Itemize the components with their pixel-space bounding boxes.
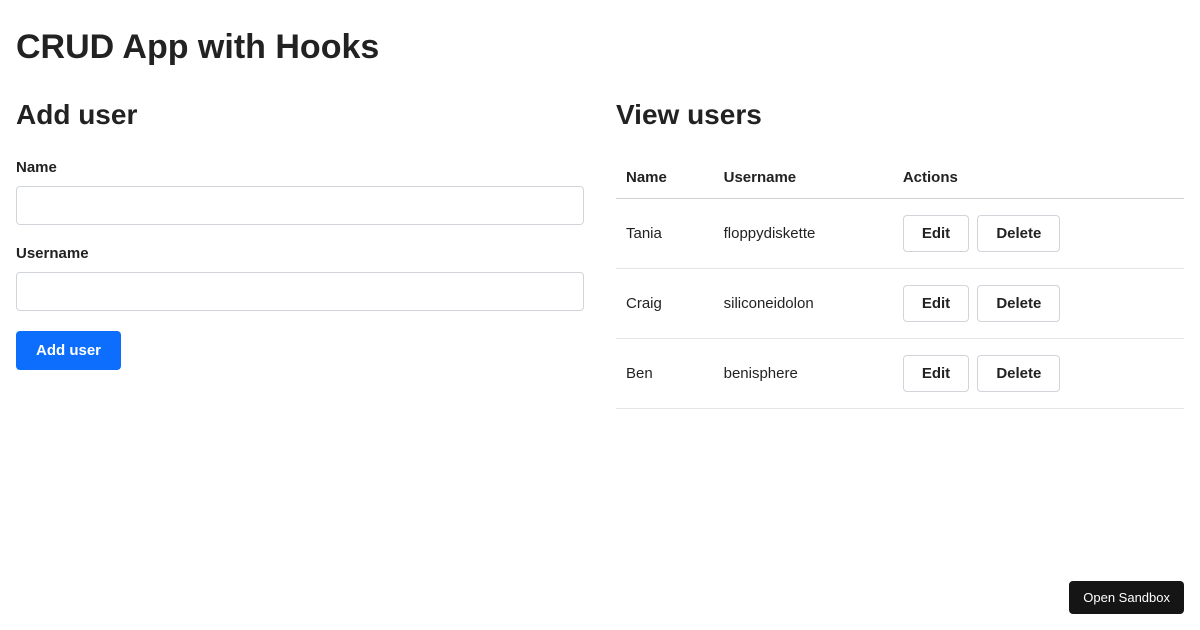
delete-button[interactable]: Delete: [977, 285, 1060, 322]
delete-button[interactable]: Delete: [977, 355, 1060, 392]
cell-name: Tania: [616, 199, 714, 269]
cell-actions: Edit Delete: [893, 269, 1184, 339]
name-label: Name: [16, 159, 584, 176]
users-table: Name Username Actions Tania floppydisket…: [616, 159, 1184, 409]
cell-username: siliconeidolon: [714, 269, 893, 339]
column-header-username: Username: [714, 159, 893, 199]
column-header-actions: Actions: [893, 159, 1184, 199]
table-row: Tania floppydiskette Edit Delete: [616, 199, 1184, 269]
column-header-name: Name: [616, 159, 714, 199]
add-user-form: Name Username Add user: [16, 159, 584, 370]
add-user-button[interactable]: Add user: [16, 331, 121, 370]
add-user-heading: Add user: [16, 99, 584, 131]
table-row: Ben benisphere Edit Delete: [616, 339, 1184, 409]
cell-name: Ben: [616, 339, 714, 409]
name-input[interactable]: [16, 186, 584, 225]
table-row: Craig siliconeidolon Edit Delete: [616, 269, 1184, 339]
cell-username: floppydiskette: [714, 199, 893, 269]
view-users-heading: View users: [616, 99, 1184, 131]
cell-actions: Edit Delete: [893, 339, 1184, 409]
edit-button[interactable]: Edit: [903, 285, 969, 322]
open-sandbox-button[interactable]: Open Sandbox: [1069, 581, 1184, 614]
username-label: Username: [16, 245, 584, 262]
username-input[interactable]: [16, 272, 584, 311]
page-title: CRUD App with Hooks: [16, 28, 1184, 67]
edit-button[interactable]: Edit: [903, 355, 969, 392]
cell-actions: Edit Delete: [893, 199, 1184, 269]
edit-button[interactable]: Edit: [903, 215, 969, 252]
delete-button[interactable]: Delete: [977, 215, 1060, 252]
cell-name: Craig: [616, 269, 714, 339]
cell-username: benisphere: [714, 339, 893, 409]
